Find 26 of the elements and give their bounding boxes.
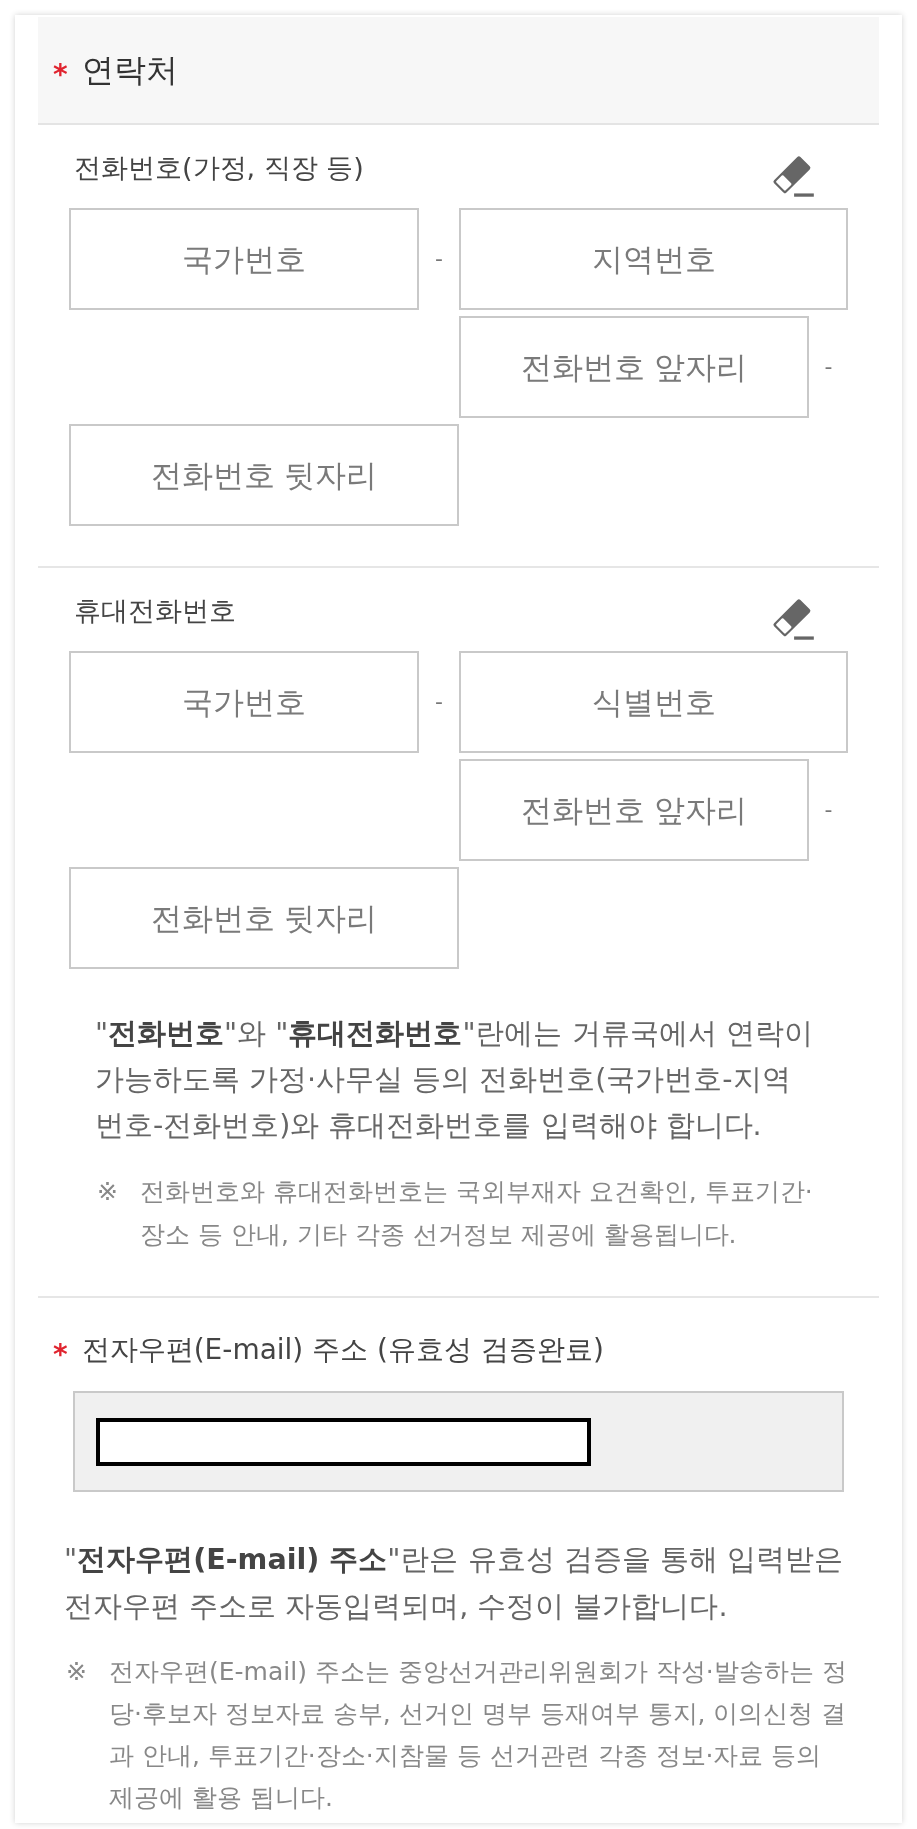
- phone-input-field[interactable]: 전화번호 앞자리: [459, 316, 809, 418]
- phone-input-field[interactable]: 국가번호: [69, 651, 419, 753]
- reference-mark: ※: [66, 1656, 88, 1688]
- note-text: 전자우편(E-mail) 주소는 중앙선거관리위원회가 작성·발송하는 정당·후보자 정보자료 송부, 선거인 명부 등재여부 통지, 이의신청 결과 안내, 투표기간·장소·지참물 등 선거관련 각종 정보·자료 등의 제공에 활용 됩니다.: [109, 1656, 848, 1814]
- dash-separator: -: [435, 246, 443, 272]
- reference-mark: ※: [97, 1176, 119, 1208]
- phone-input-field[interactable]: 식별번호: [459, 651, 848, 753]
- note-text: 전화번호와 휴대전화번호는 국외부재자 요건확인, 투표기간·장소 등 안내, 기타 각종 선거정보 제공에 활용됩니다.: [140, 1176, 814, 1251]
- required-mark: *: [53, 57, 68, 89]
- eraser-icon[interactable]: [770, 154, 816, 200]
- field-label: 전화번호(가정, 직장 등): [74, 152, 364, 184]
- eraser-icon[interactable]: [770, 597, 816, 643]
- notice-paragraph: "전자우편(E-mail) 주소"란은 유효성 검증을 통해 입력받은 전자우편 주소로 자동입력되며, 수정이 불가합니다.: [64, 1541, 844, 1625]
- field-label: 전자우편(E-mail) 주소 (유효성 검증완료): [81, 1332, 604, 1368]
- phone-input-field[interactable]: 전화번호 뒷자리: [69, 424, 459, 526]
- phone-input-field[interactable]: 전화번호 앞자리: [459, 759, 809, 861]
- phone-input-field[interactable]: 지역번호: [459, 208, 848, 310]
- dash-separator: -: [435, 689, 443, 715]
- dash-separator: -: [824, 797, 833, 823]
- phone-input-field[interactable]: 국가번호: [69, 208, 419, 310]
- notice-paragraph: "전화번호"와 "휴대전화번호"란에는 거류국에서 연락이 가능하도록 가정·사무실 등의 전화번호(국가번호-지역번호-전화번호)와 휴대전화번호를 입력해야 합니다.: [95, 1016, 814, 1144]
- section-title: 연락처: [81, 50, 178, 90]
- dash-separator: -: [824, 354, 833, 380]
- required-mark: *: [53, 1337, 68, 1369]
- field-label: 휴대전화번호: [74, 595, 236, 627]
- phone-input-field[interactable]: 전화번호 뒷자리: [69, 867, 459, 969]
